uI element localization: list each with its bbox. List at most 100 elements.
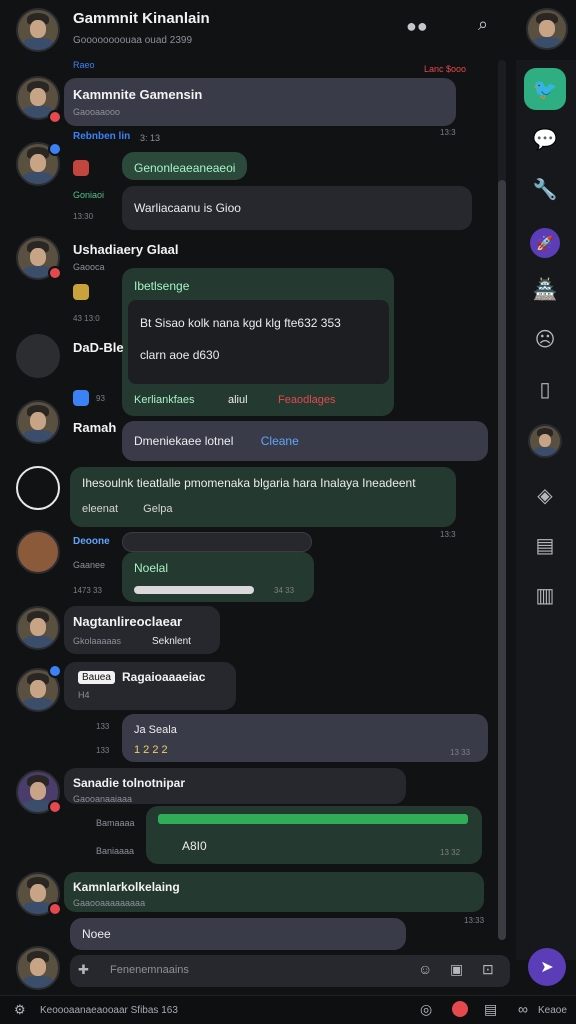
- link-icon[interactable]: ∞: [518, 1001, 528, 1017]
- footer-icon[interactable]: ◎: [420, 1001, 432, 1018]
- timestamp: 133: [96, 746, 110, 755]
- card-footer: aliul: [228, 394, 248, 406]
- avatar[interactable]: [16, 530, 60, 574]
- status-badge: [48, 110, 62, 124]
- map-icon[interactable]: ▥: [524, 574, 566, 616]
- panel-icon[interactable]: ▤: [524, 524, 566, 566]
- status-badge: [48, 266, 62, 280]
- rail-avatar[interactable]: [528, 424, 562, 458]
- status-badge: [48, 800, 62, 814]
- video-call-icon[interactable]: ●●: [406, 16, 428, 37]
- message-bubble[interactable]: Ihesoulnk tieatlalle pmomenaka blgaria h…: [70, 467, 456, 527]
- message-text: Cleane: [260, 434, 299, 448]
- message-bubble[interactable]: Warliacaanu is Gioo: [122, 186, 472, 230]
- send-button[interactable]: ➤: [528, 948, 566, 986]
- message-bubble[interactable]: [64, 78, 456, 126]
- top-right-label: Lanc $ooo: [424, 64, 467, 74]
- sender-meta: Gkolaaaaas: [73, 636, 122, 646]
- header: Gammnit Kinanlain Goooooooouaa ouad 2399…: [0, 0, 576, 60]
- castle-icon[interactable]: 🏯: [524, 268, 566, 310]
- rocket-icon[interactable]: 🚀: [530, 228, 560, 258]
- sender-name: Ramah: [73, 420, 117, 435]
- status-badge: [48, 902, 62, 916]
- message-text: Ihesoulnk tieatlalle pmomenaka blgaria h…: [82, 476, 416, 490]
- message-text: Noelal: [134, 561, 169, 575]
- footer-left-text: Keoooaanaeaooaar Sfibas 163: [40, 1005, 178, 1016]
- message-pill[interactable]: Genonleaeaneaeoi: [122, 152, 248, 180]
- avatar[interactable]: [16, 606, 60, 650]
- sender-name: Ushadiaery Glaal: [73, 242, 179, 257]
- message-composer[interactable]: ✚ Fenenemnaains ☺ ▣ ⊡: [70, 955, 510, 987]
- avatar[interactable]: [16, 334, 60, 378]
- chat-icon[interactable]: 💬: [524, 118, 566, 160]
- message-bubble[interactable]: A8I0: [146, 806, 482, 864]
- sender-name: Sanadie tolnotnipar: [73, 776, 186, 790]
- timestamp: 13:30: [73, 212, 94, 221]
- tool-icon[interactable]: 🔧: [524, 168, 566, 210]
- right-rail: 🐦 💬 🔧 🚀 🏯 ☹ ▯ ◈ ▤ ▥: [516, 60, 576, 960]
- status-badge: [48, 142, 62, 156]
- timestamp: 13:33: [464, 916, 485, 925]
- reply-bar[interactable]: [122, 532, 312, 552]
- sender-name: DaD-Ble: [73, 340, 124, 355]
- gif-icon[interactable]: ▣: [450, 961, 463, 978]
- message-bubble[interactable]: Ja Seala 1 2 2 2: [122, 714, 488, 762]
- card-title: Ibetlsenge: [134, 279, 190, 293]
- status-badge: [48, 664, 62, 678]
- message-input[interactable]: Fenenemnaains: [110, 964, 189, 976]
- side-label: Goniaoi: [73, 190, 105, 200]
- card-footer: Feaodlages: [278, 394, 336, 406]
- avatar[interactable]: [16, 400, 60, 444]
- attach-icon[interactable]: ✚: [78, 962, 89, 978]
- timestamp: 34 33: [274, 586, 295, 595]
- chat-subtitle: Goooooooouaa ouad 2399: [73, 35, 193, 46]
- sender-name: Rebnben lin: [73, 131, 131, 142]
- card-footer: Kerliankfaes: [134, 394, 195, 406]
- mask-icon[interactable]: ☹: [524, 318, 566, 360]
- app-icon: [73, 390, 89, 406]
- emoji-icon[interactable]: ☺: [418, 961, 432, 977]
- gift-icon: [73, 284, 89, 300]
- card-content: Bt Sisao kolk nana kgd klg fte632 353 cl…: [128, 300, 389, 384]
- tag-label: Seknlent: [152, 636, 191, 647]
- message-sub: Gelpa: [143, 503, 173, 515]
- message-sub: eleenat: [82, 503, 119, 515]
- timestamp: 133: [96, 722, 110, 731]
- footer-icon[interactable]: [452, 1001, 468, 1017]
- search-icon[interactable]: ⌕: [478, 14, 488, 35]
- footer-icon[interactable]: ▤: [484, 1001, 497, 1018]
- sender-meta: Gaooca: [73, 262, 105, 272]
- sender-meta: Gaooanaaiaaa: [73, 794, 133, 804]
- message-text: A8I0: [182, 839, 207, 853]
- bookmark-icon[interactable]: ▯: [524, 368, 566, 410]
- sender-meta: Gaanee: [73, 560, 106, 570]
- sticker-icon[interactable]: ⊡: [482, 961, 494, 978]
- card-text: Bt Sisao kolk nana kgd klg fte632 353: [140, 316, 341, 330]
- scrollbar[interactable]: [498, 60, 506, 940]
- sender-name: Deoone: [73, 536, 110, 547]
- sender-meta: 3: 13: [140, 133, 161, 143]
- layers-icon[interactable]: ◈: [524, 474, 566, 516]
- top-label: Raeo: [73, 60, 95, 70]
- profile-avatar[interactable]: [526, 8, 568, 50]
- message-text: Noee: [82, 927, 111, 941]
- message-bubble[interactable]: Noee: [70, 918, 406, 950]
- progress-bar: [134, 586, 254, 594]
- avatar[interactable]: [16, 466, 60, 510]
- message-text: 1 2 2 2: [134, 744, 168, 756]
- timestamp: 43 13:0: [73, 314, 100, 323]
- settings-icon[interactable]: ⚙: [14, 1002, 26, 1018]
- timestamp: 1473 33: [73, 586, 102, 595]
- message-bubble[interactable]: Dmeniekaee lotnel Cleane: [122, 421, 488, 461]
- composer-avatar[interactable]: [16, 946, 60, 990]
- header-avatar[interactable]: [16, 8, 60, 52]
- scroll-thumb[interactable]: [498, 180, 506, 940]
- notification-icon: [73, 160, 89, 176]
- twitter-icon[interactable]: 🐦: [524, 68, 566, 110]
- chat-title: Gammnit Kinanlain: [73, 10, 210, 27]
- sender-name: Kamnlarkolkelaing: [73, 880, 180, 894]
- sender-meta: Gaaooaaaaaaaaa: [73, 898, 146, 908]
- message-header-bar: [158, 814, 468, 824]
- timestamp: 93: [96, 394, 105, 403]
- footer-right-text: Keaoe: [538, 1005, 567, 1016]
